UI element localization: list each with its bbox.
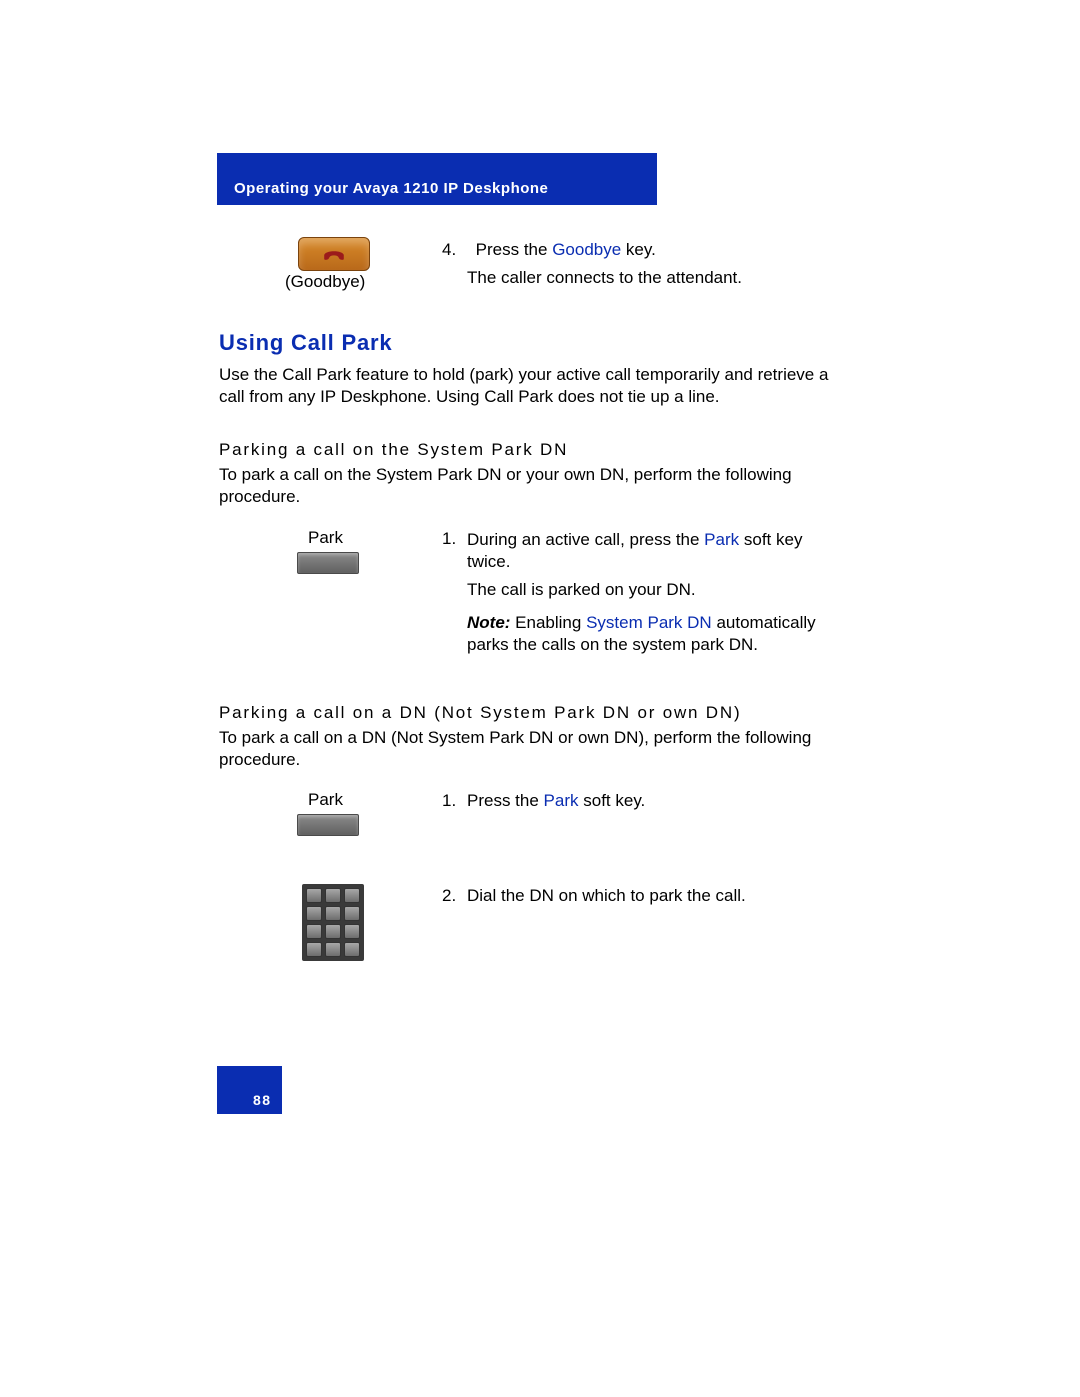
system-park-dn-link: System Park DN <box>586 613 712 632</box>
softkey-icon <box>297 552 359 574</box>
goodbye-link: Goodbye <box>552 240 621 259</box>
park-key-label-1: Park <box>308 528 343 548</box>
park-link-2: Park <box>544 791 579 810</box>
goodbye-key-icon <box>298 237 370 271</box>
handset-icon <box>320 240 348 268</box>
softkey-icon <box>297 814 359 836</box>
sub1-step1-pre: During an active call, press the <box>467 530 704 549</box>
sub2-para: To park a call on a DN (Not System Park … <box>219 727 829 771</box>
sub1-step1: During an active call, press the Park so… <box>467 529 847 573</box>
sub1-step1-sub: The call is parked on your DN. <box>467 580 696 600</box>
header-bar <box>217 153 657 205</box>
park-key-label-2: Park <box>308 790 343 810</box>
sub1-para: To park a call on the System Park DN or … <box>219 464 829 508</box>
header-title: Operating your Avaya 1210 IP Deskphone <box>234 180 548 197</box>
section-heading: Using Call Park <box>219 330 392 356</box>
step-4-sub: The caller connects to the attendant. <box>467 268 742 288</box>
sub1-heading: Parking a call on the System Park DN <box>219 440 568 460</box>
sub2-step2-num: 2. <box>442 886 456 906</box>
keypad-icon <box>302 884 364 961</box>
sub1-step1-num: 1. <box>442 529 456 549</box>
step-4-num: 4. <box>442 240 456 259</box>
sub2-step1: Press the Park soft key. <box>467 791 645 811</box>
sub2-heading: Parking a call on a DN (Not System Park … <box>219 703 741 723</box>
goodbye-caption: (Goodbye) <box>285 272 365 292</box>
note-pre: Enabling <box>510 613 586 632</box>
sub2-step1-post: soft key. <box>579 791 646 810</box>
footer-bar <box>217 1066 282 1114</box>
page-number: 88 <box>253 1092 272 1108</box>
step-4-post: key. <box>621 240 656 259</box>
sub2-step1-pre: Press the <box>467 791 544 810</box>
sub2-step2: Dial the DN on which to park the call. <box>467 886 746 906</box>
sub1-note: Note: Enabling System Park DN automatica… <box>467 612 837 656</box>
note-lead: Note: <box>467 613 510 632</box>
sub2-step1-num: 1. <box>442 791 456 811</box>
step-4-pre: Press the <box>476 240 553 259</box>
page: Operating your Avaya 1210 IP Deskphone (… <box>0 0 1080 1397</box>
step-4: 4. Press the Goodbye key. <box>442 240 656 260</box>
park-link-1: Park <box>704 530 739 549</box>
section-intro: Use the Call Park feature to hold (park)… <box>219 364 829 408</box>
